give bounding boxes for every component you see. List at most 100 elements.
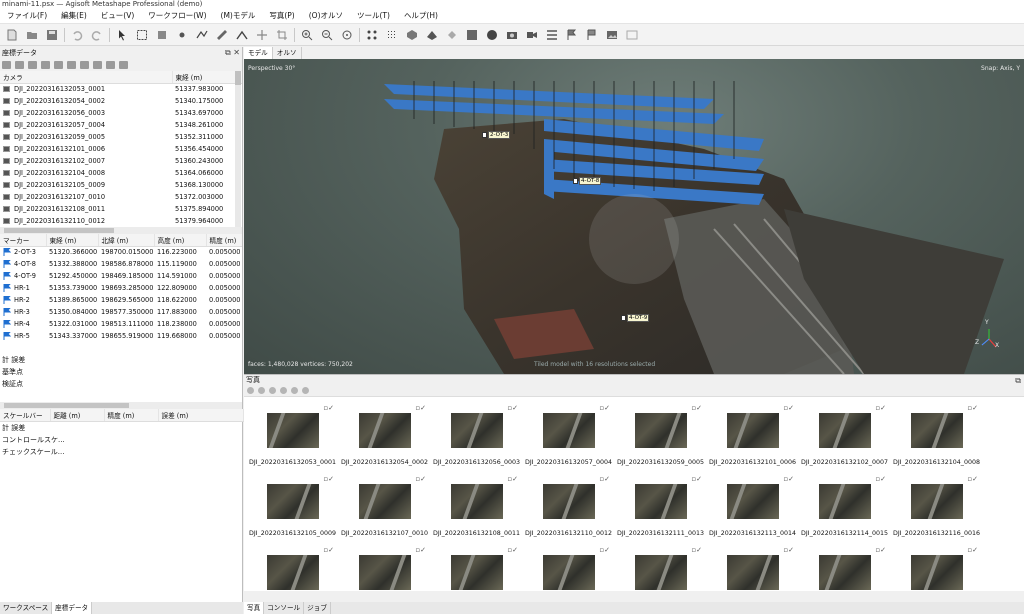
panel-controls[interactable]: ⧉ ✕	[225, 47, 240, 59]
enabled-check-icon[interactable]: ▫✓	[783, 546, 794, 554]
camera-row[interactable]: DJI_20220316132107_0010 51372.003000	[0, 191, 242, 203]
photos-panel-controls[interactable]: ⧉	[1015, 375, 1021, 386]
photo-thumbnail[interactable]: ▫✓	[339, 541, 430, 591]
photo-thumbnail[interactable]: ▫✓ DJI_20220316132110_0012	[523, 470, 614, 540]
camera-row[interactable]: DJI_20220316132104_0008 51364.066000	[0, 167, 242, 179]
menu-workflow[interactable]: ワークフロー(W)	[141, 10, 213, 21]
marker-row[interactable]: 2-OT-3 51320.366000 198700.015000 116.22300…	[0, 246, 242, 258]
enabled-check-icon[interactable]: ▫✓	[323, 404, 334, 412]
viewport-marker[interactable]: 4-OT-9	[621, 314, 650, 322]
enabled-check-icon[interactable]: ▫✓	[691, 475, 702, 483]
image-icon[interactable]	[605, 28, 619, 42]
enabled-check-icon[interactable]: ▫✓	[599, 546, 610, 554]
photo-thumbnail[interactable]: ▫✓ DJI_20220316132113_0014	[707, 470, 798, 540]
enabled-check-icon[interactable]: ▫✓	[415, 404, 426, 412]
marker-row[interactable]: HR-4 51322.031000 198513.111000 118.238000 0…	[0, 318, 242, 330]
reset-icon[interactable]	[258, 387, 265, 394]
enabled-check-icon[interactable]: ▫✓	[323, 546, 334, 554]
rect-select-icon[interactable]	[135, 28, 149, 42]
textured-model-icon[interactable]	[445, 28, 459, 42]
solid-model-icon[interactable]	[425, 28, 439, 42]
refresh-icon[interactable]	[67, 61, 76, 69]
enabled-check-icon[interactable]: ▫✓	[599, 404, 610, 412]
photo-thumbnail[interactable]: ▫✓ DJI_20220316132057_0004	[523, 399, 614, 469]
enabled-check-icon[interactable]: ▫✓	[691, 546, 702, 554]
navigation-cursor-icon[interactable]	[115, 28, 129, 42]
viewport-marker[interactable]: 4-OT-8	[573, 177, 602, 185]
column-header[interactable]: 距離 (m)	[50, 409, 105, 422]
menu-file[interactable]: ファイル(F)	[0, 10, 54, 21]
photo-thumbnail[interactable]: ▫✓ DJI_20220316132107_0010	[339, 470, 430, 540]
column-header[interactable]: 北緯 (m)	[98, 234, 155, 247]
camera-row[interactable]: DJI_20220316132101_0006 51356.454000	[0, 143, 242, 155]
marker-row[interactable]: HR-5 51343.337000 198655.919000 119.668000 0…	[0, 330, 242, 342]
marker-row[interactable]: 4-OT-8 51332.388000 198586.878000 115.11900…	[0, 258, 242, 270]
photo-thumbnail[interactable]: ▫✓ DJI_20220316132105_0009	[247, 470, 338, 540]
reference-settings-icon[interactable]	[119, 61, 128, 69]
shaded-model-icon[interactable]	[405, 28, 419, 42]
tree-control-scalebars[interactable]: コントロールスケ...	[0, 434, 242, 446]
remove-icon[interactable]	[247, 387, 254, 394]
enabled-check-icon[interactable]: ▫✓	[415, 546, 426, 554]
tab-ortho[interactable]: オルソ	[273, 47, 302, 59]
enabled-check-icon[interactable]: ▫✓	[967, 546, 978, 554]
menu-view[interactable]: ビュー(V)	[94, 10, 141, 21]
ruler-icon[interactable]	[215, 28, 229, 42]
dense-cloud-icon[interactable]	[385, 28, 399, 42]
line-tool-icon[interactable]	[235, 28, 249, 42]
viewport-marker[interactable]: 2-OT-3	[482, 131, 511, 139]
photo-thumbnail[interactable]: ▫✓ DJI_20220316132114_0015	[799, 470, 890, 540]
enabled-check-icon[interactable]: ▫✓	[691, 404, 702, 412]
column-header[interactable]: スケールバー	[0, 409, 51, 422]
camera-scrollbar[interactable]	[235, 71, 241, 227]
enabled-check-icon[interactable]: ▫✓	[507, 404, 518, 412]
camera-row[interactable]: DJI_20220316132053_0001 51337.983000	[0, 83, 242, 95]
dem-icon[interactable]	[485, 28, 499, 42]
tree-scale-total-error[interactable]: 計 誤差	[0, 422, 242, 434]
photo-thumbnail[interactable]: ▫✓ DJI_20220316132108_0011	[431, 470, 522, 540]
camera-row[interactable]: DJI_20220316132110_0012 51379.964000	[0, 215, 242, 227]
photo-thumbnail[interactable]: ▫✓	[891, 541, 982, 591]
area-tool-icon[interactable]	[155, 28, 169, 42]
column-header[interactable]: 誤差 (m)	[158, 409, 244, 422]
point-cloud-icon[interactable]	[365, 28, 379, 42]
tiled-model-icon[interactable]	[465, 28, 479, 42]
enabled-check-icon[interactable]: ▫✓	[875, 546, 886, 554]
tab-model[interactable]: モデル	[244, 47, 273, 59]
save-icon[interactable]	[45, 28, 59, 42]
column-header[interactable]: マーカー	[0, 234, 47, 247]
photo-thumbnail[interactable]: ▫✓ DJI_20220316132116_0016	[891, 470, 982, 540]
grid-icon[interactable]	[625, 28, 639, 42]
enabled-check-icon[interactable]: ▫✓	[875, 475, 886, 483]
marker-row[interactable]: HR-3 51350.084000 198577.350000 117.883000 0…	[0, 306, 242, 318]
photo-thumbnail[interactable]: ▫✓	[799, 541, 890, 591]
point-tool-icon[interactable]	[175, 28, 189, 42]
polyline-tool-icon[interactable]	[195, 28, 209, 42]
open-folder-icon[interactable]	[25, 28, 39, 42]
markers-icon[interactable]	[565, 28, 579, 42]
camera-row[interactable]: DJI_20220316132059_0005 51352.311000	[0, 131, 242, 143]
camera-row[interactable]: DJI_20220316132105_0009 51368.130000	[0, 179, 242, 191]
photo-thumbnail[interactable]: ▫✓ DJI_20220316132102_0007	[799, 399, 890, 469]
photo-thumbnail[interactable]: ▫✓ DJI_20220316132059_0005	[615, 399, 706, 469]
marker-row[interactable]: 4-OT-9 51292.450000 198469.185000 114.59100…	[0, 270, 242, 282]
camera-row[interactable]: DJI_20220316132108_0011 51375.894000	[0, 203, 242, 215]
export-icon[interactable]	[15, 61, 24, 69]
move-icon[interactable]	[255, 28, 269, 42]
photo-thumbnail[interactable]: ▫✓	[707, 541, 798, 591]
view-errors-icon[interactable]	[80, 61, 89, 69]
column-header[interactable]: 高度 (m)	[154, 234, 207, 247]
camera-row[interactable]: DJI_20220316132102_0007 51360.243000	[0, 155, 242, 167]
enabled-check-icon[interactable]: ▫✓	[415, 475, 426, 483]
camera-row[interactable]: DJI_20220316132054_0002 51340.175000	[0, 95, 242, 107]
marker-row[interactable]: HR-2 51389.865000 198629.565000 118.622000 0…	[0, 294, 242, 306]
enabled-check-icon[interactable]: ▫✓	[783, 404, 794, 412]
column-header[interactable]: 東経 (m)	[46, 234, 99, 247]
tab-console[interactable]: コンソール	[264, 602, 305, 614]
camera-row[interactable]: DJI_20220316132056_0003 51343.697000	[0, 107, 242, 119]
camera-icon[interactable]	[505, 28, 519, 42]
photo-thumbnail[interactable]: ▫✓ DJI_20220316132053_0001	[247, 399, 338, 469]
undo-icon[interactable]	[70, 28, 84, 42]
photo-thumbnail[interactable]: ▫✓	[247, 541, 338, 591]
view-source-icon[interactable]	[106, 61, 115, 69]
